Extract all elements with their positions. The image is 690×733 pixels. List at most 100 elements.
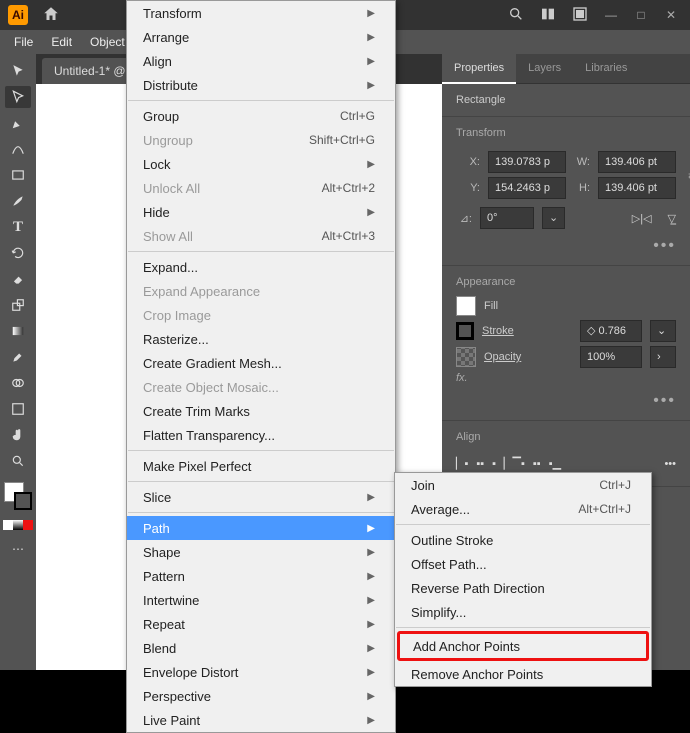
curvature-tool[interactable] <box>5 138 31 160</box>
menu-item-arrange[interactable]: Arrange▶ <box>127 25 395 49</box>
fill-stroke-swatches[interactable] <box>4 482 32 510</box>
search-icon[interactable] <box>508 6 524 25</box>
flip-v-icon[interactable]: ▽̲ <box>668 212 676 225</box>
align-more-icon[interactable]: ••• <box>664 458 676 470</box>
align-title: Align <box>456 431 676 443</box>
minimize-icon[interactable]: — <box>604 8 618 22</box>
arrange-docs-icon[interactable] <box>540 6 556 25</box>
menu-item-unlock-all: Unlock AllAlt+Ctrl+2 <box>127 176 395 200</box>
menu-item-create-trim-marks[interactable]: Create Trim Marks <box>127 399 395 423</box>
menu-item-blend[interactable]: Blend▶ <box>127 636 395 660</box>
menu-item-offset-path[interactable]: Offset Path... <box>395 552 651 576</box>
align-left-icon[interactable]: ▏▪ <box>456 457 468 470</box>
type-tool[interactable]: T <box>5 216 31 238</box>
maximize-icon[interactable]: □ <box>634 8 648 22</box>
menu-item-create-gradient-mesh[interactable]: Create Gradient Mesh... <box>127 351 395 375</box>
selection-tool[interactable] <box>5 60 31 82</box>
shape-builder-tool[interactable] <box>5 372 31 394</box>
align-bottom-icon[interactable]: ▪▁ <box>549 457 561 470</box>
edit-toolbar-icon[interactable]: ⋯ <box>5 538 31 560</box>
menu-item-rasterize[interactable]: Rasterize... <box>127 327 395 351</box>
stroke-swatch-small[interactable] <box>456 322 474 340</box>
flip-h-icon[interactable]: ▷|◁ <box>632 212 652 225</box>
opacity-more[interactable]: › <box>650 346 676 368</box>
menu-item-average[interactable]: Average...Alt+Ctrl+J <box>395 497 651 521</box>
panel-tabs: Properties Layers Libraries <box>442 54 690 84</box>
menu-item-intertwine[interactable]: Intertwine▶ <box>127 588 395 612</box>
menu-item-transform[interactable]: Transform▶ <box>127 1 395 25</box>
pen-tool[interactable] <box>5 112 31 134</box>
w-field[interactable]: 139.406 pt <box>598 151 676 173</box>
tab-properties[interactable]: Properties <box>442 54 516 84</box>
y-field[interactable]: 154.2463 p <box>488 177 566 199</box>
align-top-icon[interactable]: ▔▪ <box>513 457 525 470</box>
menu-item-shape[interactable]: Shape▶ <box>127 540 395 564</box>
rectangle-tool[interactable] <box>5 164 31 186</box>
menu-item-add-anchor-points[interactable]: Add Anchor Points <box>397 631 649 661</box>
menu-item-make-pixel-perfect[interactable]: Make Pixel Perfect <box>127 454 395 478</box>
rotate-tool[interactable] <box>5 242 31 264</box>
align-hcenter-icon[interactable]: ▪▪ <box>476 458 484 470</box>
menu-item-expand[interactable]: Expand... <box>127 255 395 279</box>
workspace-icon[interactable] <box>572 6 588 25</box>
menu-item-reverse-path-direction[interactable]: Reverse Path Direction <box>395 576 651 600</box>
menu-item-join[interactable]: JoinCtrl+J <box>395 473 651 497</box>
appearance-more-icon[interactable]: ••• <box>456 388 676 410</box>
color-mode-swatches[interactable] <box>3 520 33 530</box>
menu-item-live-paint[interactable]: Live Paint▶ <box>127 708 395 732</box>
menu-item-perspective[interactable]: Perspective▶ <box>127 684 395 708</box>
hand-tool[interactable] <box>5 424 31 446</box>
eyedropper-tool[interactable] <box>5 346 31 368</box>
tab-layers[interactable]: Layers <box>516 54 573 83</box>
direct-selection-tool[interactable] <box>5 86 31 108</box>
menu-item-flatten-transparency[interactable]: Flatten Transparency... <box>127 423 395 447</box>
left-toolbar: T ⋯ <box>0 54 36 670</box>
stroke-dropdown[interactable]: ⌄ <box>650 320 676 342</box>
stroke-weight-field[interactable]: ◇ 0.786 <box>580 320 642 342</box>
menu-item-envelope-distort[interactable]: Envelope Distort▶ <box>127 660 395 684</box>
menu-item-ungroup: UngroupShift+Ctrl+G <box>127 128 395 152</box>
angle-field[interactable]: 0° <box>480 207 534 229</box>
fx-label[interactable]: fx. <box>456 372 468 384</box>
artboard-tool[interactable] <box>5 398 31 420</box>
transform-title: Transform <box>456 127 676 139</box>
zoom-tool[interactable] <box>5 450 31 472</box>
menu-edit[interactable]: Edit <box>43 32 80 52</box>
opacity-swatch[interactable] <box>456 347 476 367</box>
transform-section: Transform X:139.0783 p W:139.406 pt Y:15… <box>442 117 690 266</box>
h-field[interactable]: 139.406 pt <box>598 177 676 199</box>
menu-item-pattern[interactable]: Pattern▶ <box>127 564 395 588</box>
menu-file[interactable]: File <box>6 32 41 52</box>
fill-swatch-small[interactable] <box>456 296 476 316</box>
menu-item-lock[interactable]: Lock▶ <box>127 152 395 176</box>
menu-item-simplify[interactable]: Simplify... <box>395 600 651 624</box>
transform-more-icon[interactable]: ••• <box>456 233 676 255</box>
menu-item-outline-stroke[interactable]: Outline Stroke <box>395 528 651 552</box>
close-icon[interactable]: ✕ <box>664 8 678 22</box>
menu-item-show-all: Show AllAlt+Ctrl+3 <box>127 224 395 248</box>
menu-item-crop-image: Crop Image <box>127 303 395 327</box>
menu-item-align[interactable]: Align▶ <box>127 49 395 73</box>
menu-item-distribute[interactable]: Distribute▶ <box>127 73 395 97</box>
home-icon[interactable] <box>42 5 60 26</box>
document-tab[interactable]: Untitled-1* @ <box>42 58 138 84</box>
menu-item-group[interactable]: GroupCtrl+G <box>127 104 395 128</box>
paintbrush-tool[interactable] <box>5 190 31 212</box>
menu-item-hide[interactable]: Hide▶ <box>127 200 395 224</box>
tab-libraries[interactable]: Libraries <box>573 54 639 83</box>
align-right-icon[interactable]: ▪▕ <box>492 457 504 470</box>
opacity-field[interactable]: 100% <box>580 346 642 368</box>
menu-item-remove-anchor-points[interactable]: Remove Anchor Points <box>395 662 651 686</box>
x-field[interactable]: 139.0783 p <box>488 151 566 173</box>
menu-item-path[interactable]: Path▶ <box>127 516 395 540</box>
stroke-swatch[interactable] <box>14 492 32 510</box>
gradient-tool[interactable] <box>5 320 31 342</box>
eraser-tool[interactable] <box>5 268 31 290</box>
angle-dropdown-icon[interactable]: ⌄ <box>542 207 565 229</box>
menu-item-slice[interactable]: Slice▶ <box>127 485 395 509</box>
menu-item-repeat[interactable]: Repeat▶ <box>127 612 395 636</box>
scale-tool[interactable] <box>5 294 31 316</box>
path-submenu: JoinCtrl+JAverage...Alt+Ctrl+J Outline St… <box>394 472 652 687</box>
align-vcenter-icon[interactable]: ▪▪ <box>533 458 541 470</box>
appearance-title: Appearance <box>456 276 676 288</box>
